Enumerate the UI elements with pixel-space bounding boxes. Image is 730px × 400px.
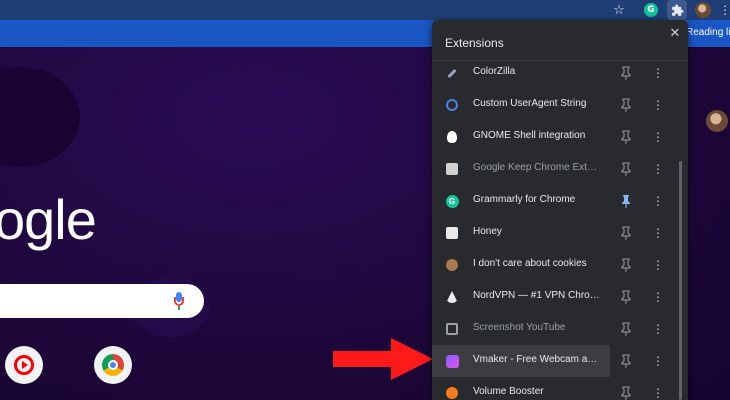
pin-icon[interactable] bbox=[620, 66, 632, 80]
pin-icon[interactable] bbox=[620, 258, 632, 272]
pin-icon[interactable] bbox=[620, 226, 632, 240]
more-options-icon[interactable]: ⋮ bbox=[650, 193, 666, 209]
extension-row[interactable]: Volume Booster ⋮ bbox=[432, 377, 678, 400]
cookie-icon bbox=[445, 258, 459, 272]
more-options-icon[interactable]: ⋮ bbox=[650, 321, 666, 337]
extension-name[interactable]: NordVPN — #1 VPN Chrome Extension bbox=[473, 290, 601, 301]
more-options-icon[interactable]: ⋮ bbox=[650, 353, 666, 369]
extensions-popup: Extensions ✕ ColorZilla ⋮ Custom UserAgent… bbox=[432, 20, 688, 400]
extension-row[interactable]: Screenshot YouTube ⋮ bbox=[432, 313, 678, 345]
more-options-icon[interactable]: ⋮ bbox=[650, 65, 666, 81]
extension-name[interactable]: GNOME Shell integration bbox=[473, 130, 601, 141]
extension-row[interactable]: G Grammarly for Chrome ⋮ bbox=[432, 185, 678, 217]
pin-icon[interactable] bbox=[620, 354, 632, 368]
extensions-puzzle-icon bbox=[671, 4, 683, 16]
screenshot-youtube-icon bbox=[445, 322, 459, 336]
volume-booster-icon bbox=[445, 386, 459, 400]
red-arrow-annotation bbox=[333, 338, 433, 380]
extension-name[interactable]: Custom UserAgent String bbox=[473, 98, 601, 109]
more-options-icon[interactable]: ⋮ bbox=[650, 161, 666, 177]
grammarly-icon: G bbox=[644, 3, 658, 17]
useragent-icon bbox=[445, 98, 459, 112]
extension-name[interactable]: Grammarly for Chrome bbox=[473, 194, 601, 205]
extension-name[interactable]: Vmaker - Free Webcam and Screen Recorder bbox=[473, 354, 601, 365]
scrollbar-thumb[interactable] bbox=[679, 161, 682, 400]
browser-toolbar: ☆ G ⋮ bbox=[0, 0, 730, 20]
extension-name[interactable]: Honey bbox=[473, 226, 601, 237]
extension-row[interactable]: Custom UserAgent String ⋮ bbox=[432, 89, 678, 121]
pin-icon[interactable] bbox=[620, 162, 632, 176]
more-options-icon[interactable]: ⋮ bbox=[650, 385, 666, 400]
google-logo: ogle bbox=[0, 188, 97, 251]
more-options-icon[interactable]: ⋮ bbox=[650, 225, 666, 241]
bookmark-star-icon[interactable]: ☆ bbox=[610, 1, 628, 19]
pin-icon[interactable] bbox=[620, 290, 632, 304]
honey-icon bbox=[445, 226, 459, 240]
extension-row[interactable]: I don't care about cookies ⋮ bbox=[432, 249, 678, 281]
page-avatar[interactable] bbox=[706, 110, 728, 132]
google-keep-icon bbox=[445, 162, 459, 176]
gnome-icon bbox=[445, 130, 459, 144]
more-options-icon[interactable]: ⋮ bbox=[650, 257, 666, 273]
vmaker-icon bbox=[445, 354, 459, 368]
more-options-icon[interactable]: ⋮ bbox=[650, 129, 666, 145]
nordvpn-icon bbox=[445, 290, 459, 304]
shortcut-chrome[interactable] bbox=[94, 346, 132, 384]
extension-name[interactable]: I don't care about cookies bbox=[473, 258, 601, 269]
pin-icon[interactable] bbox=[620, 322, 632, 336]
shortcut-youtube[interactable] bbox=[5, 346, 43, 384]
pin-icon[interactable] bbox=[620, 194, 632, 208]
close-icon[interactable]: ✕ bbox=[668, 26, 682, 41]
colorzilla-icon bbox=[445, 66, 459, 80]
extension-name[interactable]: Screenshot YouTube bbox=[473, 322, 601, 333]
extension-name[interactable]: Google Keep Chrome Extension bbox=[473, 162, 601, 173]
profile-avatar[interactable] bbox=[694, 1, 712, 19]
popup-title: Extensions bbox=[445, 36, 504, 50]
grammarly-icon: G bbox=[445, 194, 459, 208]
microphone-icon[interactable] bbox=[172, 290, 186, 312]
background-shape bbox=[0, 67, 80, 167]
pin-icon[interactable] bbox=[620, 98, 632, 112]
scrollbar[interactable] bbox=[678, 61, 686, 400]
pin-icon[interactable] bbox=[620, 130, 632, 144]
more-options-icon[interactable]: ⋮ bbox=[650, 289, 666, 305]
extension-name[interactable]: ColorZilla bbox=[473, 66, 601, 77]
extension-row[interactable]: ColorZilla ⋮ bbox=[432, 57, 678, 89]
extension-row[interactable]: Honey ⋮ bbox=[432, 217, 678, 249]
extension-row[interactable]: GNOME Shell integration ⋮ bbox=[432, 121, 678, 153]
extensions-button[interactable] bbox=[667, 0, 687, 20]
pin-icon[interactable] bbox=[620, 386, 632, 400]
youtube-icon bbox=[14, 355, 34, 375]
more-options-icon[interactable]: ⋮ bbox=[650, 97, 666, 113]
extension-row[interactable]: Google Keep Chrome Extension ⋮ bbox=[432, 153, 678, 185]
extension-name[interactable]: Volume Booster bbox=[473, 386, 601, 397]
reading-list-button[interactable]: Reading lis bbox=[686, 27, 730, 38]
chrome-icon bbox=[102, 354, 124, 376]
extension-row[interactable]: Vmaker - Free Webcam and Screen Recorder… bbox=[432, 345, 664, 377]
extension-row[interactable]: NordVPN — #1 VPN Chrome Extension ⋮ bbox=[432, 281, 678, 313]
kebab-menu-icon[interactable]: ⋮ bbox=[716, 1, 730, 19]
grammarly-toolbar-button[interactable]: G bbox=[642, 1, 660, 19]
